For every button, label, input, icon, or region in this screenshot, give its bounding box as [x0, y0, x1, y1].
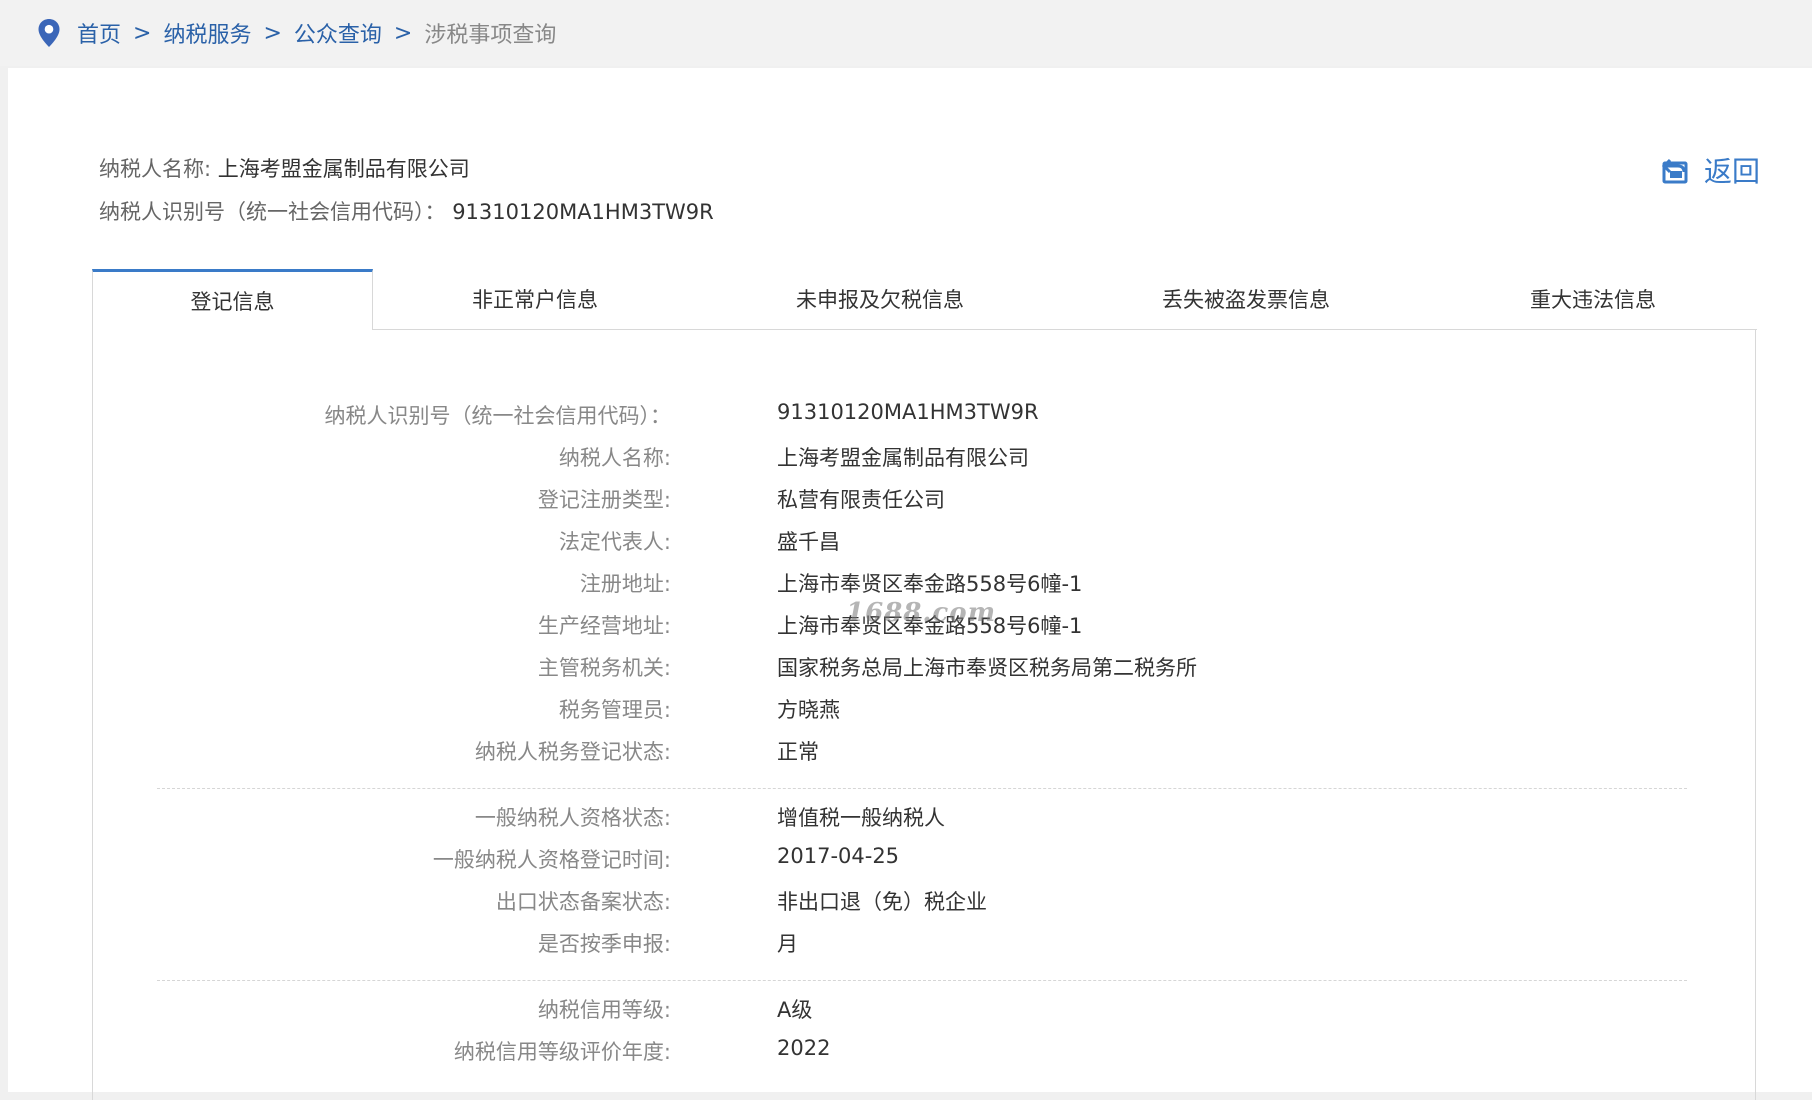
detail-row: 一般纳税人资格登记时间: 2017-04-25	[93, 844, 1757, 880]
return-button[interactable]: 返回	[1661, 150, 1760, 190]
detail-value: A级	[777, 998, 813, 1022]
detail-label: 生产经营地址:	[537, 614, 671, 638]
tab-registration-info[interactable]: 登记信息	[92, 269, 373, 330]
detail-value: 月	[777, 932, 798, 956]
detail-row: 纳税信用等级评价年度: 2022	[93, 1036, 1757, 1072]
return-label: 返回	[1703, 155, 1760, 188]
detail-value: 增值税一般纳税人	[777, 806, 945, 830]
section-divider	[157, 980, 1687, 981]
detail-label: 纳税信用等级:	[537, 998, 671, 1022]
detail-value: 上海市奉贤区奉金路558号6幢-1	[777, 572, 1083, 596]
tab-lost-invoice-info[interactable]: 丢失被盗发票信息	[1063, 269, 1429, 329]
breadcrumb-separator: >	[263, 20, 282, 46]
breadcrumb-link-tax-service[interactable]: 纳税服务	[163, 17, 251, 49]
taxpayer-id-header: 纳税人识别号（统一社会信用代码）： 91310120MA1HM3TW9R	[99, 196, 714, 226]
tab-abnormal-account-info[interactable]: 非正常户信息	[373, 269, 697, 329]
detail-value: 私营有限责任公司	[777, 488, 945, 512]
detail-row: 一般纳税人资格状态: 增值税一般纳税人	[93, 802, 1757, 838]
watermark: 1688.com	[846, 598, 997, 628]
detail-label: 登记注册类型:	[537, 488, 671, 512]
detail-value: 国家税务总局上海市奉贤区税务局第二税务所	[777, 656, 1197, 680]
detail-value: 上海考盟金属制品有限公司	[777, 446, 1029, 470]
detail-row: 税务管理员: 方晓燕	[93, 694, 1757, 730]
breadcrumb-separator: >	[133, 20, 152, 46]
breadcrumb-link-home[interactable]: 首页	[77, 17, 121, 49]
detail-label: 一般纳税人资格登记时间:	[432, 848, 671, 872]
tab-unfiled-arrears-info[interactable]: 未申报及欠税信息	[697, 269, 1063, 329]
section-divider	[157, 788, 1687, 789]
location-pin-icon	[38, 19, 60, 47]
taxpayer-name-value: 上海考盟金属制品有限公司	[217, 157, 470, 181]
detail-label: 纳税人识别号（统一社会信用代码）：	[324, 404, 672, 428]
main-panel: 纳税人名称: 上海考盟金属制品有限公司 纳税人识别号（统一社会信用代码）： 91…	[8, 68, 1812, 1100]
detail-label: 税务管理员:	[558, 698, 671, 722]
detail-value: 91310120MA1HM3TW9R	[777, 400, 1039, 424]
detail-row: 纳税人税务登记状态: 正常	[93, 736, 1757, 772]
detail-value: 非出口退（免）税企业	[777, 890, 987, 914]
taxpayer-id-label: 纳税人识别号（统一社会信用代码）：	[99, 200, 446, 224]
detail-label: 主管税务机关:	[537, 656, 671, 680]
detail-value: 2017-04-25	[777, 844, 900, 868]
detail-row: 法定代表人: 盛千昌	[93, 526, 1757, 562]
detail-row: 纳税人识别号（统一社会信用代码）： 91310120MA1HM3TW9R	[93, 400, 1757, 436]
taxpayer-name-label: 纳税人名称:	[99, 157, 212, 181]
detail-label: 是否按季申报:	[537, 932, 671, 956]
detail-label: 法定代表人:	[558, 530, 671, 554]
detail-label: 纳税信用等级评价年度:	[453, 1040, 671, 1064]
detail-value: 盛千昌	[777, 530, 840, 554]
detail-label: 纳税人税务登记状态:	[474, 740, 671, 764]
detail-label: 注册地址:	[579, 572, 671, 596]
breadcrumb-current: 涉税事项查询	[424, 23, 557, 48]
tab-bar: 登记信息 非正常户信息 未申报及欠税信息 丢失被盗发票信息 重大违法信息	[92, 269, 1757, 330]
detail-row: 登记注册类型: 私营有限责任公司	[93, 484, 1757, 520]
detail-value: 方晓燕	[777, 698, 840, 722]
detail-value: 2022	[777, 1036, 831, 1060]
detail-row: 出口状态备案状态: 非出口退（免）税企业	[93, 886, 1757, 922]
detail-row: 纳税人名称: 上海考盟金属制品有限公司	[93, 442, 1757, 478]
breadcrumb-link-public-query[interactable]: 公众查询	[294, 17, 382, 49]
detail-value: 正常	[777, 740, 819, 764]
detail-label: 出口状态备案状态:	[495, 890, 671, 914]
detail-row: 纳税信用等级: A级	[93, 994, 1757, 1030]
return-arrow-icon	[1661, 158, 1688, 184]
tab-major-violation-info[interactable]: 重大违法信息	[1429, 269, 1757, 329]
registration-info-panel: 纳税人识别号（统一社会信用代码）： 91310120MA1HM3TW9R 纳税人…	[92, 330, 1756, 1100]
taxpayer-id-value: 91310120MA1HM3TW9R	[452, 200, 714, 224]
breadcrumb-separator: >	[393, 20, 413, 46]
detail-label: 一般纳税人资格状态:	[474, 806, 671, 830]
breadcrumb: 首页 > 纳税服务 > 公众查询 > 涉税事项查询	[0, 0, 1812, 66]
taxpayer-name-header: 纳税人名称: 上海考盟金属制品有限公司	[99, 153, 470, 183]
detail-row: 是否按季申报: 月	[93, 928, 1757, 964]
detail-row: 主管税务机关: 国家税务总局上海市奉贤区税务局第二税务所	[93, 652, 1757, 688]
detail-label: 纳税人名称:	[558, 446, 671, 470]
